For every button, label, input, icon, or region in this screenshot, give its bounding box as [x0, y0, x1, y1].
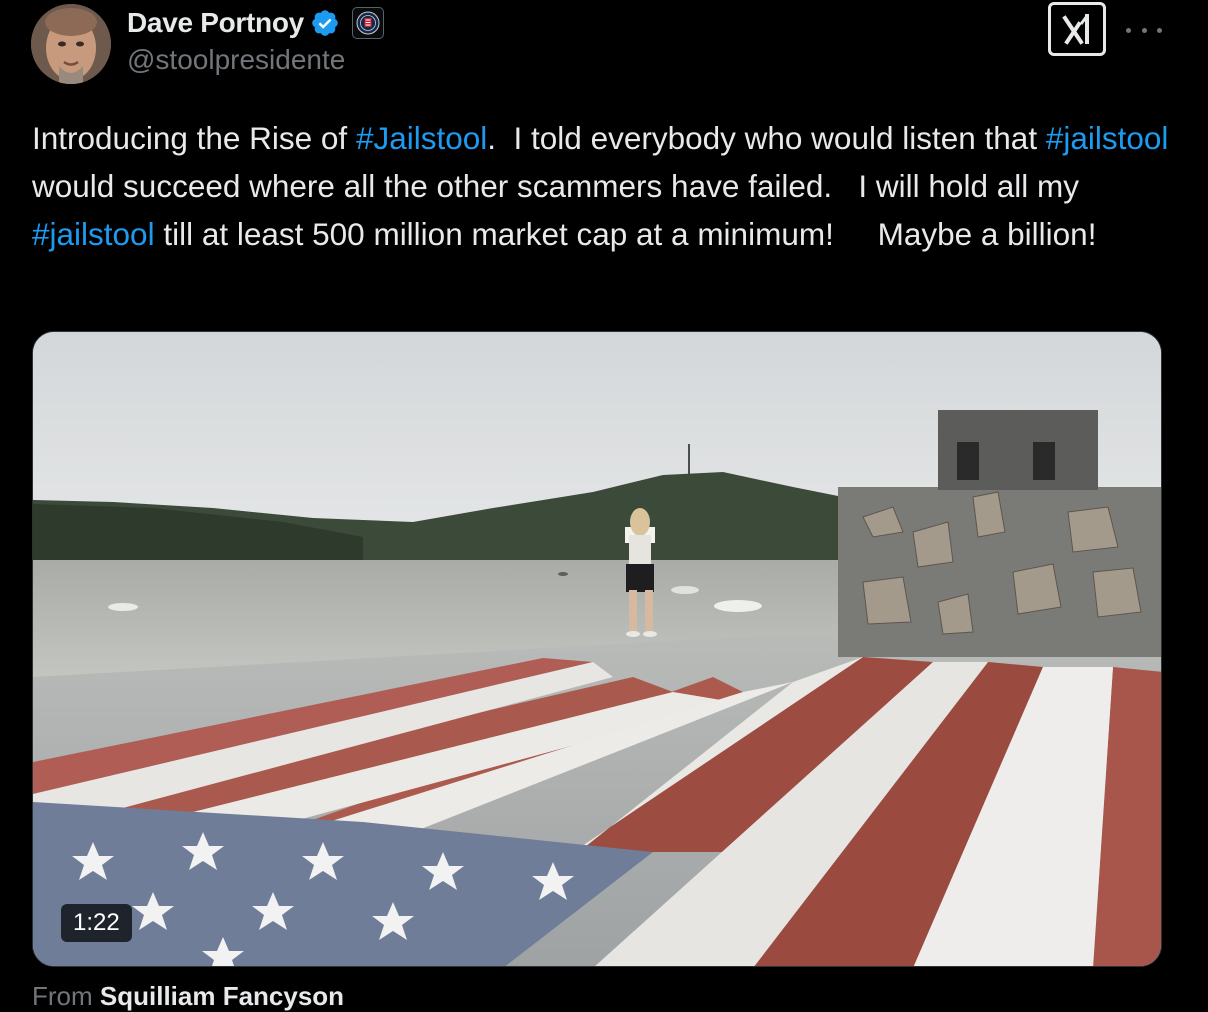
grok-button[interactable] [1048, 2, 1106, 56]
video-duration-badge: 1:22 [61, 904, 132, 942]
more-dot [1141, 27, 1147, 33]
video-thumbnail [33, 332, 1161, 966]
author-avatar[interactable] [31, 4, 111, 84]
hashtag-link[interactable]: #jailstool [1046, 120, 1169, 156]
video-player[interactable]: 1:22 [32, 331, 1162, 967]
more-options-icon[interactable] [1126, 16, 1162, 44]
source-prefix: From [32, 981, 100, 1011]
tweet-text-part: Introducing the Rise of [32, 120, 356, 156]
verified-badge-icon[interactable] [310, 8, 340, 38]
barstool-affiliate-icon[interactable] [351, 7, 384, 39]
source-account-link[interactable]: Squilliam Fancyson [100, 981, 344, 1011]
tweet-text: Introducing the Rise of #Jailstool. I to… [32, 114, 1172, 258]
avatar-image [31, 4, 111, 84]
tweet-text-part: till at least 500 million market cap at … [154, 216, 1097, 252]
video-source-attribution: From Squilliam Fancyson [32, 980, 344, 1012]
more-dot [1126, 27, 1131, 33]
author-name-row: Dave Portnoy [127, 4, 384, 42]
hashtag-link[interactable]: #jailstool [32, 216, 155, 252]
author-handle[interactable]: @stoolpresidente [127, 44, 345, 76]
hashtag-link[interactable]: #Jailstool [356, 120, 487, 156]
grok-icon [1062, 14, 1089, 45]
tweet-text-part: . I told everybody who would listen that [487, 120, 1046, 156]
more-dot [1157, 27, 1162, 33]
author-display-name[interactable]: Dave Portnoy [127, 7, 304, 39]
